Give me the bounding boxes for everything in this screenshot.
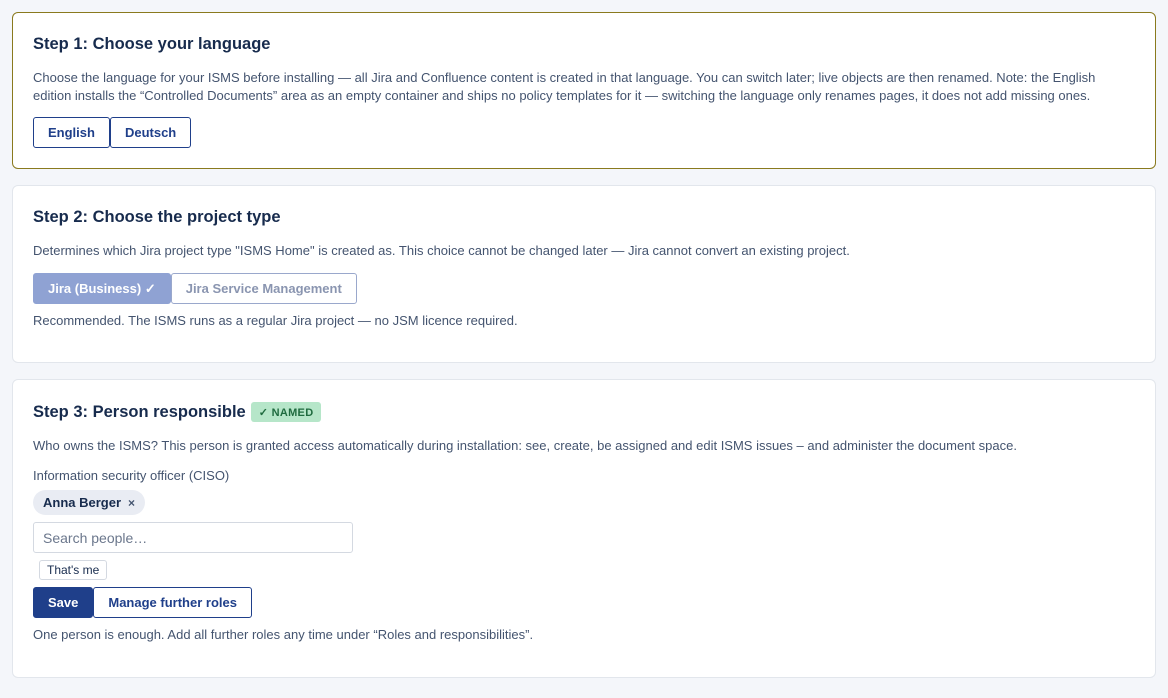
step3-card: Step 3: Person responsible ✓ NAMED Who o…: [12, 379, 1156, 678]
step2-card: Step 2: Choose the project type Determin…: [12, 185, 1156, 363]
named-status-badge: ✓ NAMED: [250, 402, 322, 422]
jira-service-management-button[interactable]: Jira Service Management: [170, 273, 357, 304]
save-button[interactable]: Save: [33, 587, 94, 618]
manage-roles-button[interactable]: Manage further roles: [93, 587, 252, 618]
step1-title: Step 1: Choose your language: [33, 35, 271, 53]
step1-description: Choose the language for your ISMS before…: [33, 70, 1096, 103]
step3-title-row: Step 3: Person responsible ✓ NAMED: [33, 402, 322, 422]
step3-note: One person is enough. Add all further ro…: [33, 627, 534, 642]
ciso-field-label: Information security officer (CISO): [33, 468, 230, 483]
step2-note: Recommended. The ISMS runs as a regular …: [33, 313, 518, 328]
project-type-buttons: Jira (Business) ✓ Jira Service Managemen…: [33, 273, 357, 304]
thats-me-button[interactable]: That's me: [39, 560, 108, 580]
selected-person-chip: Anna Berger ×: [33, 490, 146, 515]
language-buttons: English Deutsch: [33, 117, 192, 148]
remove-person-icon[interactable]: ×: [128, 496, 135, 510]
step3-actions: Save Manage further roles: [33, 587, 252, 618]
step1-card: Step 1: Choose your language Choose the …: [12, 12, 1156, 169]
search-people-input[interactable]: [33, 522, 353, 553]
deutsch-button[interactable]: Deutsch: [109, 117, 192, 148]
step3-description: Who owns the ISMS? This person is grante…: [33, 438, 1017, 453]
step2-title: Step 2: Choose the project type: [33, 208, 281, 226]
step2-description: Determines which Jira project type "ISMS…: [33, 243, 850, 258]
step3-title: Step 3: Person responsible: [33, 402, 246, 421]
jira-business-button[interactable]: Jira (Business) ✓: [33, 273, 171, 304]
english-button[interactable]: English: [33, 117, 110, 148]
person-name: Anna Berger: [43, 495, 122, 510]
